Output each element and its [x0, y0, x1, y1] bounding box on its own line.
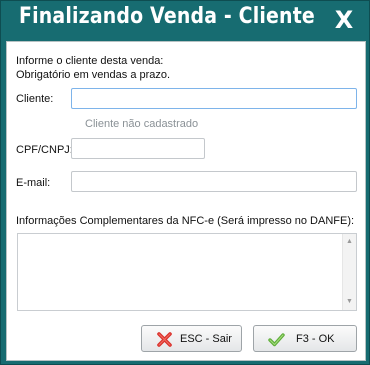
scroll-up-arrow-icon[interactable]: ▲ [346, 238, 353, 246]
email-input[interactable] [71, 171, 357, 192]
info-complementar-textarea[interactable]: ▲ ▼ [17, 233, 357, 311]
textarea-scrollbar[interactable]: ▲ ▼ [342, 234, 356, 310]
ok-button-label: F3 - OK [296, 333, 335, 345]
cancel-button-label: ESC - Sair [180, 333, 232, 345]
cpf-cnpj-label: CPF/CNPJ: [16, 144, 73, 156]
close-icon: X [334, 6, 354, 34]
email-label: E-mail: [16, 177, 51, 189]
info-complementar-label: Informações Complementares da NFC-e (Ser… [16, 215, 355, 227]
ok-button[interactable]: F3 - OK [253, 325, 357, 352]
scroll-down-arrow-icon[interactable]: ▼ [346, 298, 353, 306]
dialog-body: Informe o cliente desta venda: Obrigatór… [6, 41, 366, 361]
cancel-button[interactable]: ESC - Sair [141, 325, 242, 352]
title-bar: Finalizando Venda - Cliente X [1, 1, 369, 37]
red-x-icon [157, 332, 172, 347]
cpf-cnpj-input[interactable] [71, 138, 205, 159]
cliente-status-text: Cliente não cadastrado [85, 118, 199, 130]
cliente-label: Cliente: [16, 93, 54, 105]
dialog-title: Finalizando Venda - Cliente [19, 4, 315, 29]
intro-text-line1: Informe o cliente desta venda: [16, 55, 164, 67]
cliente-input[interactable] [71, 88, 357, 109]
dialog-window: Finalizando Venda - Cliente X Informe o … [0, 0, 370, 365]
green-check-icon [268, 333, 285, 347]
intro-text-line2: Obrigatório em vendas a prazo. [16, 69, 171, 81]
close-button[interactable]: X [323, 5, 365, 35]
